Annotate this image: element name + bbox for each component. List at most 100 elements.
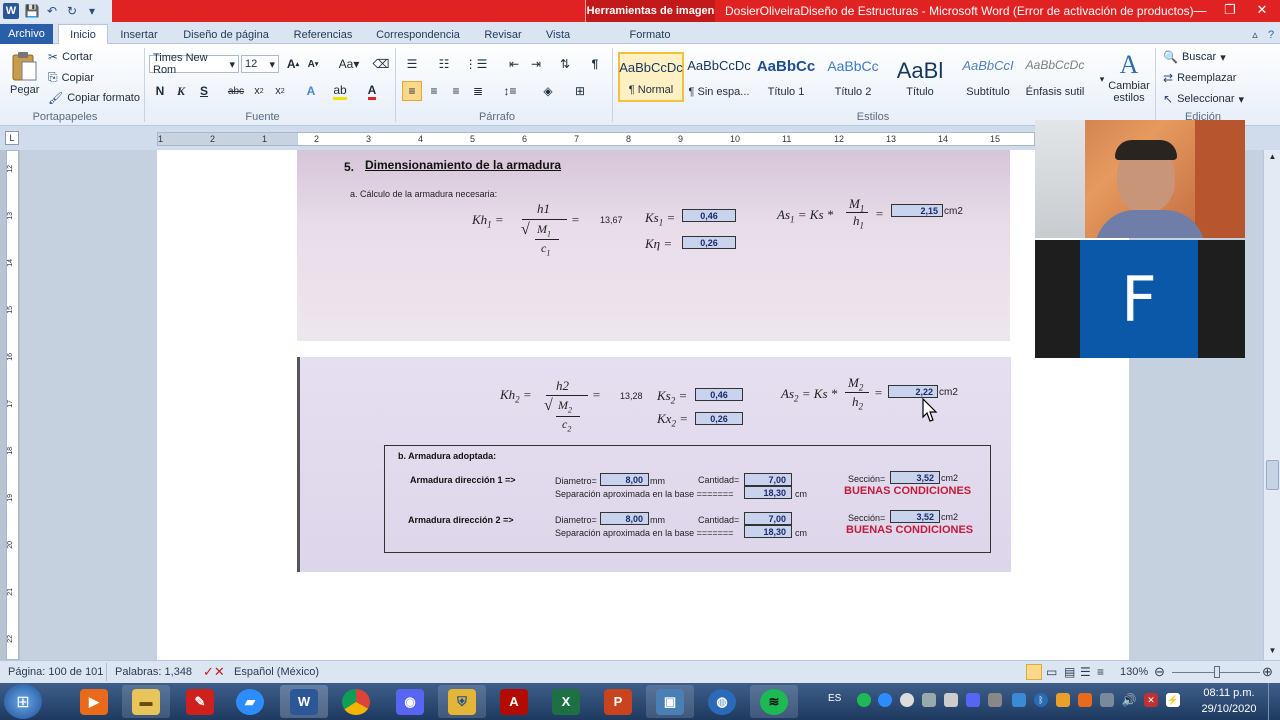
close-icon[interactable]: ✕ <box>1248 0 1276 20</box>
tab-revisar[interactable]: Revisar <box>478 25 528 44</box>
tab-insertar[interactable]: Insertar <box>113 25 165 44</box>
page-count[interactable]: Página: 100 de 101 <box>8 666 103 678</box>
video-camera-feed[interactable] <box>1035 120 1245 238</box>
input-language[interactable]: ES <box>828 693 841 704</box>
taskbar-acrobat-red[interactable]: ✎ <box>176 685 224 718</box>
draft-icon[interactable]: ≡ <box>1097 665 1104 679</box>
word-count[interactable]: Palabras: 1,348 <box>115 666 192 678</box>
bluetooth-icon[interactable]: ᛒ <box>1034 693 1048 707</box>
minimize-ribbon-icon[interactable]: ▵ <box>1248 25 1262 44</box>
taskbar-photos[interactable]: ▣ <box>646 685 694 718</box>
proofing-icon[interactable]: ✓✕ <box>203 664 225 680</box>
underline-icon[interactable]: S <box>194 81 214 101</box>
start-button[interactable]: ⊞ <box>4 684 42 719</box>
change-styles-button[interactable]: A Cambiar estilos <box>1106 50 1152 110</box>
vertical-ruler[interactable]: 12 13 14 15 16 17 18 19 20 21 22 <box>6 150 19 660</box>
text-effects-icon[interactable]: A <box>301 81 321 101</box>
font-family-select[interactable]: Times New Rom ▾ <box>149 52 239 76</box>
minimize-icon[interactable]: — <box>1186 0 1214 20</box>
tray-clipboard-icon[interactable] <box>944 693 958 707</box>
maximize-icon[interactable]: ❐ <box>1216 0 1244 20</box>
taskbar-network[interactable]: ◍ <box>698 685 746 718</box>
style-titulo-2[interactable]: AaBbCc Título 2 <box>820 52 886 102</box>
bold-icon[interactable]: N <box>150 81 170 101</box>
zoom-out-icon[interactable]: ⊖ <box>1154 664 1165 680</box>
taskbar-discord[interactable]: ◉ <box>386 685 434 718</box>
tray-steam-icon[interactable] <box>900 693 914 707</box>
sort-icon[interactable]: ⇅ <box>555 54 575 74</box>
zoom-in-icon[interactable]: ⊕ <box>1262 664 1273 680</box>
borders-icon[interactable]: ⊞ <box>570 81 590 101</box>
multilevel-list-icon[interactable]: ⋮☰ <box>465 54 488 74</box>
subscript-icon[interactable]: x2 <box>249 81 269 101</box>
zoom-level[interactable]: 130% <box>1120 666 1148 678</box>
tray-device-icon[interactable] <box>988 693 1002 707</box>
shading-icon[interactable]: ◈ <box>538 81 558 101</box>
change-case-icon[interactable]: Aa▾ <box>336 54 362 74</box>
italic-icon[interactable]: K <box>171 81 191 101</box>
line-spacing-icon[interactable]: ↕≡ <box>500 81 520 101</box>
network-warning-icon[interactable]: ✕ <box>1144 693 1158 707</box>
tab-archivo[interactable]: Archivo <box>0 24 53 44</box>
taskbar-word[interactable]: W <box>280 685 328 718</box>
tab-diseno-pagina[interactable]: Diseño de página <box>176 25 276 44</box>
help-icon[interactable]: ? <box>1264 25 1278 44</box>
decrease-indent-icon[interactable]: ⇤ <box>504 54 524 74</box>
tab-inicio[interactable]: Inicio <box>58 24 108 45</box>
show-marks-icon[interactable]: ¶ <box>585 54 605 74</box>
style-titulo[interactable]: AaBl Título <box>887 52 953 102</box>
paste-icon[interactable] <box>8 48 40 84</box>
tray-spotify-icon[interactable] <box>857 693 871 707</box>
tray-discord-icon[interactable] <box>966 693 980 707</box>
taskbar-chrome[interactable] <box>332 685 380 718</box>
cut-button[interactable]: ✂ Cortar <box>48 50 93 64</box>
clock-date[interactable]: 29/10/2020 <box>1196 703 1262 715</box>
copy-button[interactable]: ⎘ Copiar <box>48 70 94 85</box>
superscript-icon[interactable]: x2 <box>270 81 290 101</box>
vertical-scrollbar[interactable]: ▲ ▼ <box>1263 150 1280 660</box>
align-left-icon[interactable]: ≡ <box>402 81 422 101</box>
tab-vista[interactable]: Vista <box>538 25 578 44</box>
scroll-down-icon[interactable]: ▼ <box>1267 646 1278 658</box>
language[interactable]: Español (México) <box>234 666 319 678</box>
video-participant-tile[interactable]: F <box>1035 240 1245 358</box>
align-center-icon[interactable]: ≡ <box>424 81 444 101</box>
outline-icon[interactable]: ☰ <box>1080 665 1091 679</box>
zoom-slider-thumb[interactable] <box>1214 666 1220 678</box>
bullets-icon[interactable]: ☰ <box>402 54 422 74</box>
style-sin-espaciado[interactable]: AaBbCcDc ¶ Sin espa... <box>686 52 752 102</box>
find-button[interactable]: 🔍 Buscar ▾ <box>1163 50 1226 64</box>
font-color-icon[interactable]: A <box>362 81 382 101</box>
taskbar-media-player[interactable]: ▶ <box>70 685 118 718</box>
tab-formato[interactable]: Formato <box>620 25 680 44</box>
taskbar-powerpoint[interactable]: P <box>594 685 642 718</box>
tab-correspondencia[interactable]: Correspondencia <box>370 25 466 44</box>
undo-icon[interactable]: ↶ <box>45 4 59 18</box>
word-app-icon[interactable]: W <box>3 3 19 19</box>
scroll-up-icon[interactable]: ▲ <box>1267 152 1278 164</box>
print-layout-icon[interactable] <box>1026 664 1042 680</box>
strikethrough-icon[interactable]: abc <box>226 81 246 101</box>
taskbar-security[interactable]: ⛨ <box>438 685 486 718</box>
style-enfasis-sutil[interactable]: AaBbCcDc Énfasis sutil <box>1022 52 1088 102</box>
numbering-icon[interactable]: ☷ <box>434 54 454 74</box>
tab-selector-icon[interactable]: L <box>5 131 19 145</box>
horizontal-ruler[interactable]: 1212345678910111213141516 <box>157 132 1052 146</box>
taskbar-explorer[interactable]: ▬ <box>122 685 170 718</box>
style-normal[interactable]: AaBbCcDc ¶ Normal <box>618 52 684 102</box>
save-icon[interactable]: 💾 <box>25 4 40 18</box>
customize-qat-icon[interactable]: ▾ <box>85 4 99 18</box>
web-layout-icon[interactable]: ▤ <box>1064 665 1075 679</box>
taskbar-spotify[interactable]: ≋ <box>750 685 798 718</box>
highlight-icon[interactable]: ab <box>330 81 350 101</box>
taskbar-acrobat-reader[interactable]: A <box>490 685 538 718</box>
replace-button[interactable]: ⇄ Reemplazar <box>1163 71 1236 85</box>
tray-monitor-icon[interactable] <box>1012 693 1026 707</box>
style-titulo-1[interactable]: AaBbCc Título 1 <box>753 52 819 102</box>
increase-indent-icon[interactable]: ⇥ <box>526 54 546 74</box>
align-right-icon[interactable]: ≡ <box>446 81 466 101</box>
tray-app-icon[interactable] <box>922 693 936 707</box>
redo-icon[interactable]: ↻ <box>65 4 79 18</box>
tray-usb-icon[interactable] <box>1100 693 1114 707</box>
select-button[interactable]: ↖ Seleccionar ▾ <box>1163 92 1244 106</box>
